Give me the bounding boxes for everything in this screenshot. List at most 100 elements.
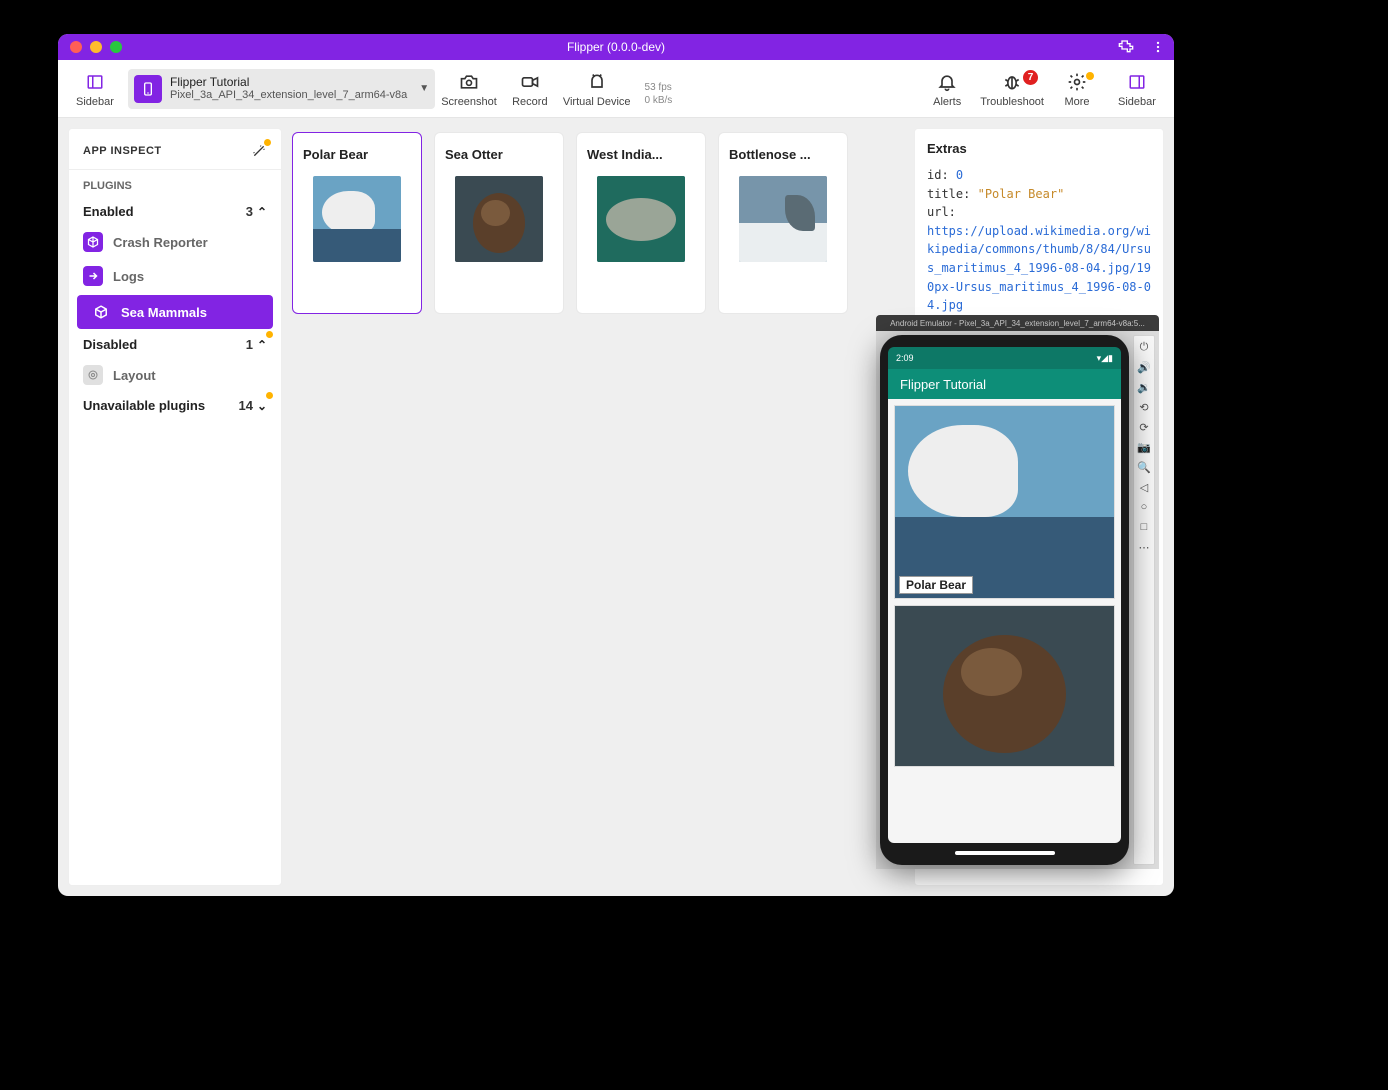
toolbar-label: Alerts xyxy=(933,96,961,108)
rotate-left-button[interactable]: ⟲ xyxy=(1135,398,1153,416)
app-inspect-label: APP INSPECT xyxy=(83,145,162,157)
overview-button[interactable]: □ xyxy=(1135,518,1153,536)
card-west-india[interactable]: West India... xyxy=(576,132,706,314)
plugin-label: Sea Mammals xyxy=(121,305,207,320)
panel-right-icon xyxy=(1128,70,1146,94)
device-icon xyxy=(134,75,162,103)
emulator-toolbar: ⏻ 🔊 🔉 ⟲ ⟳ 📷 🔍 ◁ ○ □ ⋯ xyxy=(1133,335,1155,865)
volume-up-button[interactable]: 🔊 xyxy=(1135,358,1153,376)
more-button[interactable]: More xyxy=(1050,70,1104,108)
plugin-layout[interactable]: Layout xyxy=(69,358,281,392)
phone-content: Polar Bear xyxy=(888,399,1121,843)
alerts-button[interactable]: Alerts xyxy=(920,70,974,108)
camera-button[interactable]: 📷 xyxy=(1135,438,1153,456)
chevron-up-icon: ⌃ xyxy=(257,205,267,219)
window-controls xyxy=(70,41,122,53)
card-image xyxy=(597,176,685,262)
more-button[interactable]: ⋯ xyxy=(1135,538,1153,556)
rotate-right-button[interactable]: ⟳ xyxy=(1135,418,1153,436)
bell-icon xyxy=(937,70,957,94)
plugin-logs[interactable]: Logs xyxy=(69,259,281,293)
extras-heading: Extras xyxy=(927,141,1151,156)
unavailable-plugins-group[interactable]: Unavailable plugins 14 ⌄ xyxy=(69,392,281,419)
plugin-crash-reporter[interactable]: Crash Reporter xyxy=(69,225,281,259)
titlebar: Flipper (0.0.0-dev) xyxy=(58,34,1174,60)
magic-wand-button[interactable] xyxy=(251,143,267,159)
enabled-label: Enabled xyxy=(83,204,134,219)
record-button[interactable]: Record xyxy=(503,70,557,108)
box-icon xyxy=(83,232,103,252)
toolbar-label: Record xyxy=(512,96,547,108)
target-icon xyxy=(83,365,103,385)
unavailable-label: Unavailable plugins xyxy=(83,398,205,413)
chevron-down-icon: ▼ xyxy=(419,83,429,94)
app-name: Flipper Tutorial xyxy=(170,75,407,89)
phone-screen[interactable]: 2:09 ▾◢▮ Flipper Tutorial Polar Bear xyxy=(888,347,1121,843)
plugins-section: PLUGINS Enabled 3 ⌃ Crash Reporter Logs … xyxy=(69,170,281,419)
cube-icon xyxy=(91,302,111,322)
app-bar: Flipper Tutorial xyxy=(888,369,1121,399)
device-text: Flipper Tutorial Pixel_3a_API_34_extensi… xyxy=(170,75,407,103)
volume-down-button[interactable]: 🔉 xyxy=(1135,378,1153,396)
id-value: 0 xyxy=(956,168,963,182)
notification-dot xyxy=(266,331,273,338)
toolbar: Sidebar Flipper Tutorial Pixel_3a_API_34… xyxy=(58,60,1174,118)
phone-image xyxy=(895,606,1114,766)
maximize-window-button[interactable] xyxy=(110,41,122,53)
disabled-plugins-group[interactable]: Disabled 1 ⌃ xyxy=(69,331,281,358)
device-selector[interactable]: Flipper Tutorial Pixel_3a_API_34_extensi… xyxy=(128,69,435,109)
arrow-right-icon xyxy=(83,266,103,286)
app-inspect-header: APP INSPECT xyxy=(69,129,281,170)
zoom-button[interactable]: 🔍 xyxy=(1135,458,1153,476)
more-vert-icon[interactable] xyxy=(1150,39,1166,55)
troubleshoot-button[interactable]: 7 Troubleshoot xyxy=(980,70,1044,108)
sidebar-toggle-button[interactable]: Sidebar xyxy=(68,70,122,108)
close-window-button[interactable] xyxy=(70,41,82,53)
notification-dot xyxy=(1086,72,1094,80)
plugin-sea-mammals[interactable]: Sea Mammals xyxy=(77,295,273,329)
video-icon xyxy=(520,70,540,94)
phone-card-label: Polar Bear xyxy=(899,576,973,594)
card-title: Polar Bear xyxy=(303,147,411,162)
power-button[interactable]: ⏻ xyxy=(1135,338,1153,356)
window-title: Flipper (0.0.0-dev) xyxy=(567,40,665,54)
enabled-plugins-group[interactable]: Enabled 3 ⌃ xyxy=(69,198,281,225)
bug-icon xyxy=(1002,70,1022,94)
fps-value: 53 fps xyxy=(645,81,673,94)
minimize-window-button[interactable] xyxy=(90,41,102,53)
card-bottlenose[interactable]: Bottlenose ... xyxy=(718,132,848,314)
plugin-label: Layout xyxy=(113,368,156,383)
toolbar-label: Troubleshoot xyxy=(980,96,1044,108)
notification-dot xyxy=(264,139,271,146)
sidebar-right-toggle-button[interactable]: Sidebar xyxy=(1110,70,1164,108)
app-bar-title: Flipper Tutorial xyxy=(900,377,986,392)
card-image xyxy=(455,176,543,262)
perf-metrics: 53 fps 0 kB/s xyxy=(645,81,673,107)
kbs-value: 0 kB/s xyxy=(645,94,673,107)
emulator-body: 2:09 ▾◢▮ Flipper Tutorial Polar Bear xyxy=(876,331,1159,869)
troubleshoot-badge: 7 xyxy=(1023,70,1038,85)
phone-card-sea-otter[interactable] xyxy=(894,605,1115,767)
plugins-label: PLUGINS xyxy=(69,180,281,198)
gesture-bar xyxy=(955,851,1055,855)
title-key: title: xyxy=(927,187,970,201)
android-icon xyxy=(587,70,607,94)
notification-dot xyxy=(266,392,273,399)
card-sea-otter[interactable]: Sea Otter xyxy=(434,132,564,314)
unavailable-count: 14 xyxy=(239,398,253,413)
toolbar-label: Virtual Device xyxy=(563,96,631,108)
chevron-up-icon: ⌃ xyxy=(257,338,267,352)
virtual-device-button[interactable]: Virtual Device xyxy=(563,70,631,108)
chevron-down-icon: ⌄ xyxy=(257,399,267,413)
home-button[interactable]: ○ xyxy=(1135,498,1153,516)
back-button[interactable]: ◁ xyxy=(1135,478,1153,496)
id-key: id: xyxy=(927,168,949,182)
status-icons: ▾◢▮ xyxy=(1097,353,1113,364)
card-polar-bear[interactable]: Polar Bear xyxy=(292,132,422,314)
extension-icon[interactable] xyxy=(1118,39,1134,55)
device-name: Pixel_3a_API_34_extension_level_7_arm64-… xyxy=(170,89,407,102)
phone-card-polar-bear[interactable]: Polar Bear xyxy=(894,405,1115,599)
title-value: "Polar Bear" xyxy=(978,187,1065,201)
cards-row: Polar Bear Sea Otter West India... Bottl… xyxy=(292,132,904,314)
screenshot-button[interactable]: Screenshot xyxy=(441,70,497,108)
